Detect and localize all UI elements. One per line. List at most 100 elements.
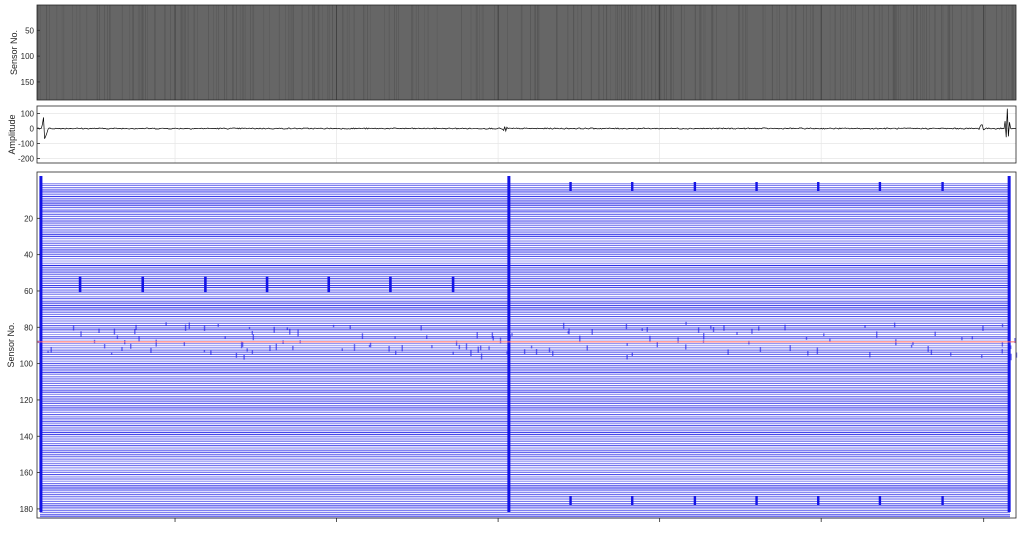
scatter-burst-mark [184, 324, 187, 331]
scatter-burst-mark [72, 325, 75, 331]
traces-ytick-label: 160 [20, 469, 34, 478]
edge-burst-mark-top [693, 182, 697, 191]
scatter-burst-mark [394, 336, 396, 339]
edge-burst-mark-bottom [878, 496, 882, 505]
scatter-burst-mark [712, 326, 715, 333]
edge-burst-mark-top [941, 182, 944, 191]
scatter-burst-mark [47, 350, 49, 353]
heatmap-ytick-label: 150 [21, 78, 35, 87]
scatter-burst-mark [758, 326, 760, 331]
sensor-traces-panel: 20 40 60 80 100 120 140 160 180 Sensor No. [6, 171, 1018, 519]
amplitude-panel: 100 0 -100 -200Amplitude [7, 105, 1017, 164]
scatter-burst-mark [971, 336, 974, 340]
scatter-burst-mark [353, 344, 356, 351]
scatter-burst-mark [470, 349, 472, 357]
scatter-burst-mark [631, 352, 634, 357]
scatter-burst-mark [477, 346, 479, 353]
scatter-burst-mark [165, 322, 167, 326]
scatter-burst-mark [269, 345, 271, 352]
heatmap-ylabel: Sensor No. [9, 30, 19, 75]
scatter-burst-mark [535, 349, 538, 355]
scatter-burst-mark [224, 336, 226, 339]
scatter-burst-mark [548, 347, 551, 353]
scatter-burst-mark [252, 334, 255, 341]
scatter-burst-mark [361, 333, 364, 340]
scatter-burst-mark [113, 328, 116, 335]
scatter-burst-mark [727, 349, 729, 355]
scatter-burst-mark [98, 328, 100, 333]
scatter-burst-mark [452, 351, 454, 355]
edge-burst-mark-bottom [755, 496, 758, 505]
scatter-burst-mark [530, 345, 533, 349]
burst-mark [141, 276, 145, 293]
scatter-burst-mark [121, 346, 123, 351]
edge-burst-mark-top [569, 182, 572, 191]
traces-ytick-label: 120 [20, 396, 34, 405]
amplitude-ylabel: Amplitude [7, 114, 17, 154]
scatter-burst-mark [568, 328, 570, 335]
scatter-burst-mark [183, 341, 186, 347]
scatter-burst-mark [562, 322, 565, 329]
burst-mark [78, 276, 82, 293]
strong-event-band [1007, 176, 1011, 512]
scatter-burst-mark [138, 336, 140, 342]
traces-ytick-label: 40 [24, 251, 33, 260]
burst-mark [204, 276, 207, 293]
scatter-burst-mark [110, 352, 113, 355]
scatter-burst-mark [910, 344, 913, 348]
sensor-heatmap-panel: 50 100 150Sensor No. [9, 4, 1017, 101]
scatter-burst-mark [685, 344, 687, 350]
edge-burst-mark-top [631, 182, 634, 191]
edge-burst-mark-bottom [941, 496, 944, 505]
scatter-burst-mark [626, 355, 628, 360]
scatter-burst-mark [649, 335, 651, 343]
scatter-burst-mark [289, 328, 291, 335]
scatter-burst-mark [723, 325, 725, 331]
scatter-burst-mark [203, 350, 206, 353]
scatter-burst-mark [869, 351, 871, 358]
scatter-burst-mark [134, 328, 136, 335]
scatter-burst-mark [912, 342, 914, 346]
scatter-burst-mark [506, 351, 508, 355]
traces-ytick-label: 80 [24, 323, 33, 332]
scatter-burst-mark [625, 323, 628, 330]
scatter-burst-mark [961, 337, 963, 341]
burst-mark [327, 276, 331, 293]
amplitude-ytick-label: -200 [18, 155, 35, 164]
amplitude-background [37, 106, 1016, 163]
scatter-burst-mark [710, 325, 712, 329]
edge-burst-mark-bottom [569, 496, 572, 505]
scatter-burst-mark [703, 333, 705, 340]
traces-ytick-label: 180 [20, 505, 34, 514]
scatter-burst-mark [491, 332, 494, 338]
scatter-burst-mark [864, 325, 866, 328]
heatmap-ytick-label: 100 [21, 52, 35, 61]
scatter-burst-mark [251, 330, 254, 335]
scatter-burst-mark [509, 334, 511, 339]
scatter-burst-mark [981, 354, 983, 358]
scatter-burst-mark [511, 333, 513, 337]
scatter-burst-mark [829, 338, 831, 342]
scatter-burst-mark [805, 336, 808, 340]
time-axis [174, 518, 985, 522]
scatter-burst-mark [586, 345, 588, 351]
scatter-burst-mark [893, 322, 896, 328]
traces-ytick-label: 140 [20, 432, 34, 441]
amplitude-ytick-label: 0 [30, 125, 35, 134]
scatter-burst-mark [1007, 336, 1009, 342]
traces-ytick-label: 60 [24, 287, 33, 296]
scatter-burst-mark [349, 325, 351, 330]
scatter-burst-mark [465, 343, 468, 350]
scatter-burst-mark [789, 345, 791, 352]
amplitude-ytick-label: 100 [21, 110, 35, 119]
scatter-burst-mark [150, 347, 152, 354]
figure-canvas: 50100150Sensor No. 1000-100-200Amplitude… [6, 4, 1018, 522]
scatter-burst-mark [488, 346, 490, 350]
traces-ytick-label: 20 [24, 214, 33, 223]
strong-event-band [39, 176, 43, 512]
scatter-burst-mark [297, 329, 299, 337]
strong-event-band [507, 176, 511, 512]
scatter-burst-mark [431, 345, 433, 349]
scatter-burst-mark [685, 321, 687, 325]
scatter-burst-mark [395, 350, 397, 355]
